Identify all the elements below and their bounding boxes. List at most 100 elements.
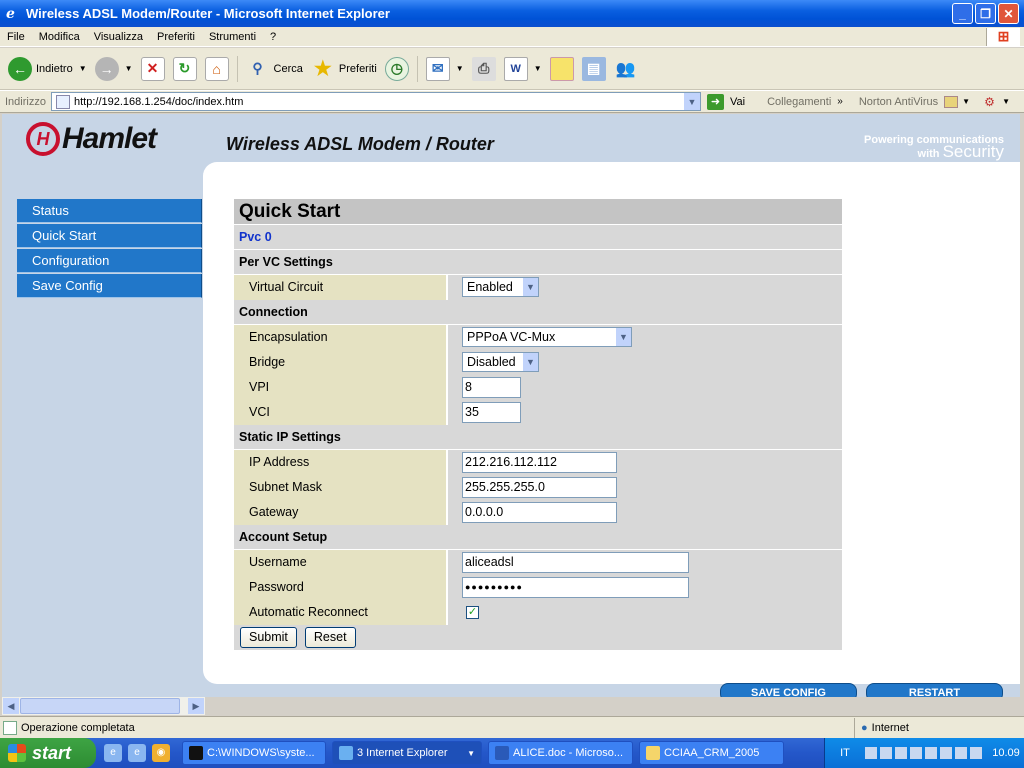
password-input[interactable]: ●●●●●●●●●: [462, 576, 689, 598]
dropdown-arrow-icon[interactable]: ▼: [962, 97, 970, 106]
minimize-button[interactable]: _: [952, 3, 973, 24]
menu-visualizza[interactable]: Visualizza: [87, 31, 150, 43]
scroll-right-icon[interactable]: ▶: [188, 698, 204, 714]
internet-explorer-icon: e: [6, 5, 15, 22]
taskbar-item-word[interactable]: ALICE.doc - Microso...: [488, 741, 633, 765]
folder-icon: [646, 746, 660, 760]
word-icon: W: [503, 56, 528, 81]
taskbar-item-cmd[interactable]: C:\WINDOWS\syste...: [182, 741, 326, 765]
refresh-button[interactable]: ↻: [172, 56, 197, 81]
restart-button[interactable]: RESTART: [866, 683, 1003, 697]
auto-reconnect-checkbox[interactable]: ✓: [466, 605, 479, 619]
reset-button[interactable]: Reset: [304, 627, 356, 648]
vpi-input[interactable]: 8: [462, 376, 521, 398]
subnet-mask-input[interactable]: 255.255.255.0: [462, 476, 617, 498]
edit-button[interactable]: W ▼: [503, 56, 542, 81]
dropdown-arrow-icon[interactable]: ▼: [1002, 97, 1010, 106]
start-button[interactable]: start: [0, 738, 96, 768]
tray-icon[interactable]: [940, 747, 952, 759]
ie-icon: [339, 746, 353, 760]
scroll-thumb[interactable]: [20, 698, 180, 714]
submit-button[interactable]: Submit: [240, 627, 297, 648]
chevron-down-icon[interactable]: ▼: [615, 328, 631, 346]
media-icon[interactable]: ◉: [152, 744, 170, 762]
nav-item-quick-start[interactable]: Quick Start: [17, 224, 202, 248]
menu-file[interactable]: File: [0, 31, 32, 43]
encapsulation-select[interactable]: PPPoA VC-Mux ▼: [462, 327, 632, 347]
back-arrow-icon: ←: [8, 56, 32, 81]
security-zone: ● Internet: [854, 717, 1024, 738]
tray-icon[interactable]: [970, 747, 982, 759]
title-bar: e Wireless ADSL Modem/Router - Microsoft…: [0, 0, 1024, 27]
stop-button[interactable]: ✕: [140, 56, 165, 81]
messenger-button[interactable]: 👥: [614, 57, 638, 81]
mail-button[interactable]: ✉ ▼: [425, 56, 464, 81]
research-button[interactable]: ▤: [581, 56, 606, 81]
page-content: H Hamlet Wireless ADSL Modem / Router Po…: [2, 114, 1020, 697]
history-button[interactable]: ◷: [384, 56, 409, 81]
tray-icon[interactable]: [925, 747, 937, 759]
go-button[interactable]: ➜ Vai: [707, 93, 745, 110]
norton-icon[interactable]: [944, 95, 959, 108]
vci-label: VCI: [234, 399, 448, 425]
address-label: Indirizzo: [5, 95, 46, 108]
menu-help[interactable]: ?: [263, 31, 283, 43]
dropdown-arrow-icon[interactable]: ▼: [456, 64, 464, 73]
gateway-row: Gateway 0.0.0.0: [234, 499, 842, 525]
chevron-right-icon[interactable]: »: [837, 96, 843, 107]
favorites-button[interactable]: ★ Preferiti: [311, 57, 377, 81]
tray-icon[interactable]: [880, 747, 892, 759]
discuss-button[interactable]: [549, 56, 574, 81]
dropdown-arrow-icon[interactable]: ▼: [79, 64, 87, 73]
section-account-setup: Account Setup: [234, 525, 842, 550]
address-url[interactable]: http://192.168.1.254/doc/index.htm: [74, 96, 684, 108]
taskbar-item-folder[interactable]: CCIAA_CRM_2005: [639, 741, 784, 765]
forward-button[interactable]: → ▼: [94, 56, 133, 81]
bridge-select[interactable]: Disabled ▼: [462, 352, 539, 372]
save-config-button[interactable]: SAVE CONFIG: [720, 683, 857, 697]
nav-item-save-config[interactable]: Save Config: [17, 274, 202, 298]
scroll-left-icon[interactable]: ◀: [3, 698, 19, 714]
ip-address-input[interactable]: 212.216.112.112: [462, 451, 617, 473]
address-input[interactable]: http://192.168.1.254/doc/index.htm ▼: [51, 92, 701, 111]
dropdown-arrow-icon[interactable]: ▼: [125, 64, 133, 73]
links-label[interactable]: Collegamenti: [767, 96, 831, 108]
search-button[interactable]: ⚲ Cerca: [246, 57, 302, 81]
ie-icon[interactable]: e: [128, 744, 146, 762]
virtual-circuit-row: Virtual Circuit Enabled ▼: [234, 274, 842, 300]
tagline-security: Security: [942, 142, 1004, 161]
nav-item-status[interactable]: Status: [17, 199, 202, 223]
menu-preferiti[interactable]: Preferiti: [150, 31, 202, 43]
tray-icon[interactable]: [895, 747, 907, 759]
encapsulation-row: Encapsulation PPPoA VC-Mux ▼: [234, 324, 842, 350]
menu-strumenti[interactable]: Strumenti: [202, 31, 263, 43]
back-button[interactable]: ← Indietro ▼: [8, 56, 87, 81]
gateway-input[interactable]: 0.0.0.0: [462, 501, 617, 523]
virtual-circuit-select[interactable]: Enabled ▼: [462, 277, 539, 297]
tray-icon[interactable]: [955, 747, 967, 759]
nav-item-configuration[interactable]: Configuration: [17, 249, 202, 273]
chevron-down-icon[interactable]: ▼: [522, 353, 538, 371]
clock[interactable]: 10.09: [988, 747, 1024, 759]
print-button[interactable]: ⎙: [471, 56, 496, 81]
page-icon: [3, 720, 17, 735]
vci-input[interactable]: 35: [462, 401, 521, 423]
tools-icon[interactable]: ⚙: [984, 95, 1000, 109]
menu-modifica[interactable]: Modifica: [32, 31, 87, 43]
dropdown-arrow-icon[interactable]: ▼: [534, 64, 542, 73]
taskbar-item-ie[interactable]: 3 Internet Explorer ▼: [332, 741, 482, 765]
star-icon: ★: [313, 58, 332, 80]
close-button[interactable]: ✕: [998, 3, 1019, 24]
tray-icon[interactable]: [865, 747, 877, 759]
tray-icon[interactable]: [910, 747, 922, 759]
forward-arrow-icon: →: [94, 56, 119, 81]
username-input[interactable]: aliceadsl: [462, 551, 689, 573]
horizontal-scrollbar[interactable]: ◀ ▶: [2, 697, 205, 715]
chevron-down-icon[interactable]: ▼: [522, 278, 538, 296]
maximize-button[interactable]: ❐: [975, 3, 996, 24]
chevron-down-icon[interactable]: ▼: [684, 93, 700, 110]
language-indicator[interactable]: IT: [825, 747, 865, 759]
home-button[interactable]: ⌂: [204, 56, 229, 81]
norton-label[interactable]: Norton AntiVirus: [859, 96, 938, 108]
outlook-icon[interactable]: e: [104, 744, 122, 762]
